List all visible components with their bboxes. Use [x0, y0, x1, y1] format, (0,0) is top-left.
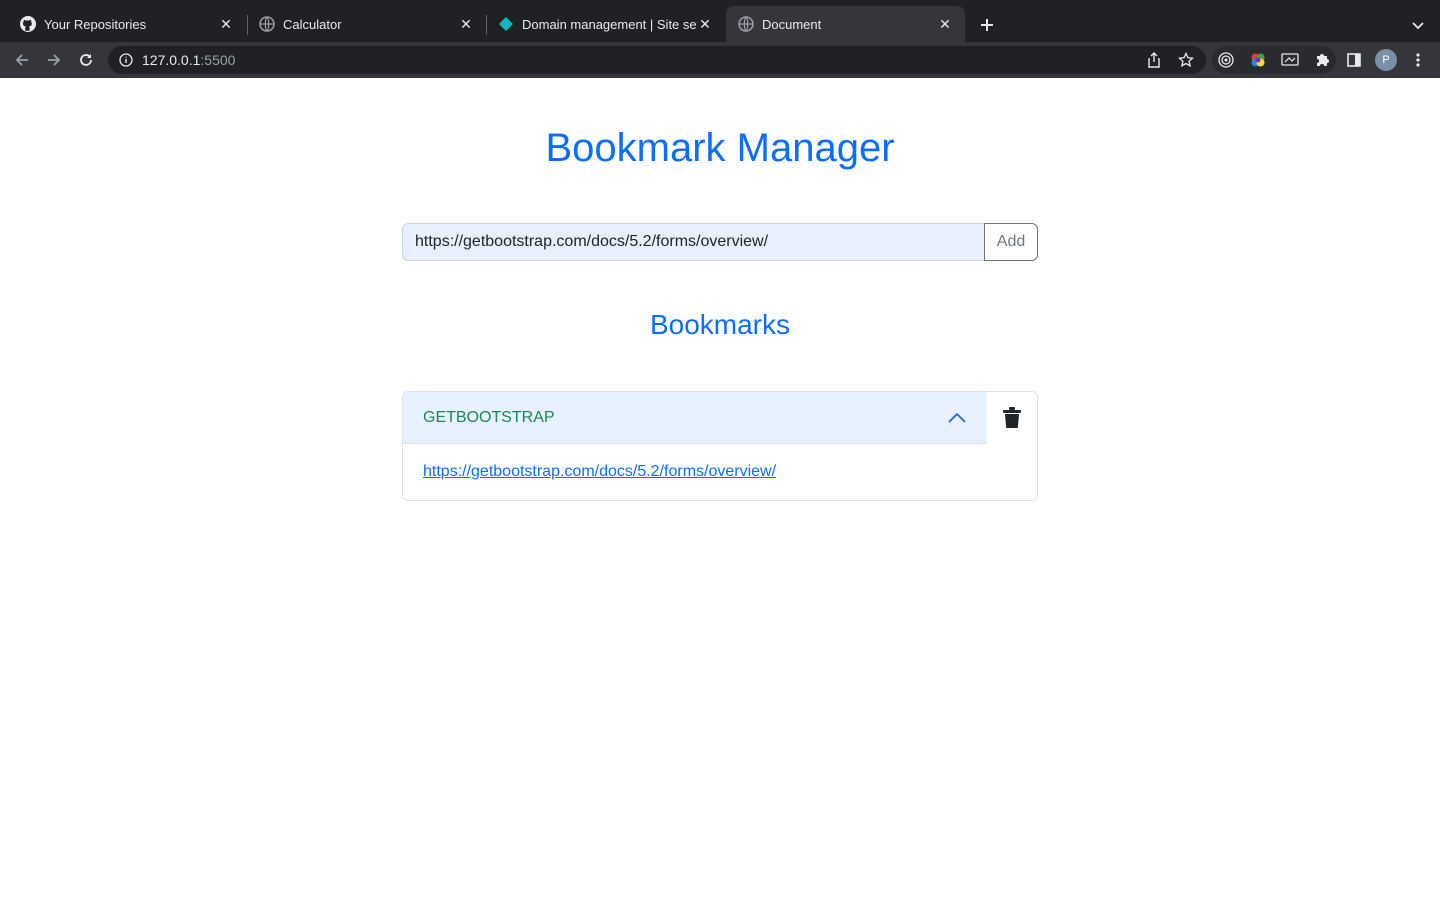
chevron-up-icon	[947, 408, 967, 428]
puzzle-extensions-icon[interactable]	[1310, 48, 1334, 72]
github-icon	[20, 16, 36, 32]
screen-extension-icon[interactable]	[1278, 48, 1302, 72]
netlify-icon	[498, 16, 514, 32]
site-info-icon[interactable]	[118, 52, 134, 68]
bookmark-url-link[interactable]: https://getbootstrap.com/docs/5.2/forms/…	[423, 463, 776, 481]
address-host: 127.0.0.1	[142, 52, 201, 68]
bookmark-star-icon[interactable]	[1174, 48, 1198, 72]
close-tab-icon[interactable]: ✕	[458, 16, 474, 32]
tab-title: Document	[762, 16, 822, 32]
forward-arrow-icon[interactable]	[42, 48, 66, 72]
bookmarks-heading: Bookmarks	[649, 309, 791, 340]
bookmark-accordion-header[interactable]: GETBOOTSTRAP	[403, 392, 987, 444]
address-port: :5500	[200, 52, 236, 68]
browser-tab-strip: Your Repositories ✕ Calculator ✕ Domain …	[0, 0, 1440, 42]
tab-calculator[interactable]: Calculator ✕	[247, 6, 486, 42]
close-tab-icon[interactable]: ✕	[937, 16, 953, 32]
tab-your-repositories[interactable]: Your Repositories ✕	[8, 6, 246, 42]
address-url: 127.0.0.1:5500	[142, 52, 235, 68]
new-tab-button[interactable]	[975, 13, 999, 37]
tab-title: Calculator	[283, 16, 342, 32]
browser-toolbar: 127.0.0.1:5500 P	[0, 42, 1440, 78]
add-button[interactable]: Add	[984, 223, 1038, 261]
target-extension-icon[interactable]	[1214, 48, 1238, 72]
page-title: Bookmark Manager	[545, 126, 895, 170]
more-menu-icon[interactable]	[1406, 48, 1430, 72]
close-tab-icon[interactable]: ✕	[697, 16, 713, 32]
bookmark-accordion-body: https://getbootstrap.com/docs/5.2/forms/…	[403, 444, 1037, 500]
address-bar[interactable]: 127.0.0.1:5500	[108, 46, 1206, 74]
share-icon[interactable]	[1142, 48, 1166, 72]
tab-title: Your Repositories	[44, 16, 147, 32]
url-input[interactable]	[402, 223, 984, 261]
tab-domain-management[interactable]: Domain management | Site settings ✕	[486, 6, 725, 42]
reload-icon[interactable]	[74, 48, 98, 72]
tab-document[interactable]: Document ✕	[726, 6, 965, 42]
profile-avatar[interactable]: P	[1375, 49, 1397, 71]
extensions-group	[1212, 46, 1336, 74]
tab-title: Domain management | Site settings	[522, 16, 697, 32]
back-arrow-icon[interactable]	[10, 48, 34, 72]
add-bookmark-form: Add	[402, 223, 1038, 261]
color-picker-extension-icon[interactable]	[1246, 48, 1270, 72]
tab-search-icon[interactable]	[1406, 13, 1430, 37]
trash-icon[interactable]	[1001, 406, 1023, 430]
bookmark-item: GETBOOTSTRAP https://getbootstrap.com/do…	[402, 391, 1038, 501]
side-panel-icon[interactable]	[1342, 48, 1366, 72]
page-content: Bookmark Manager Add Bookmarks GETBOOTST…	[0, 78, 1440, 900]
close-tab-icon[interactable]: ✕	[218, 16, 234, 32]
globe-icon	[259, 16, 275, 32]
bookmark-name: GETBOOTSTRAP	[423, 408, 555, 426]
globe-icon	[738, 16, 754, 32]
